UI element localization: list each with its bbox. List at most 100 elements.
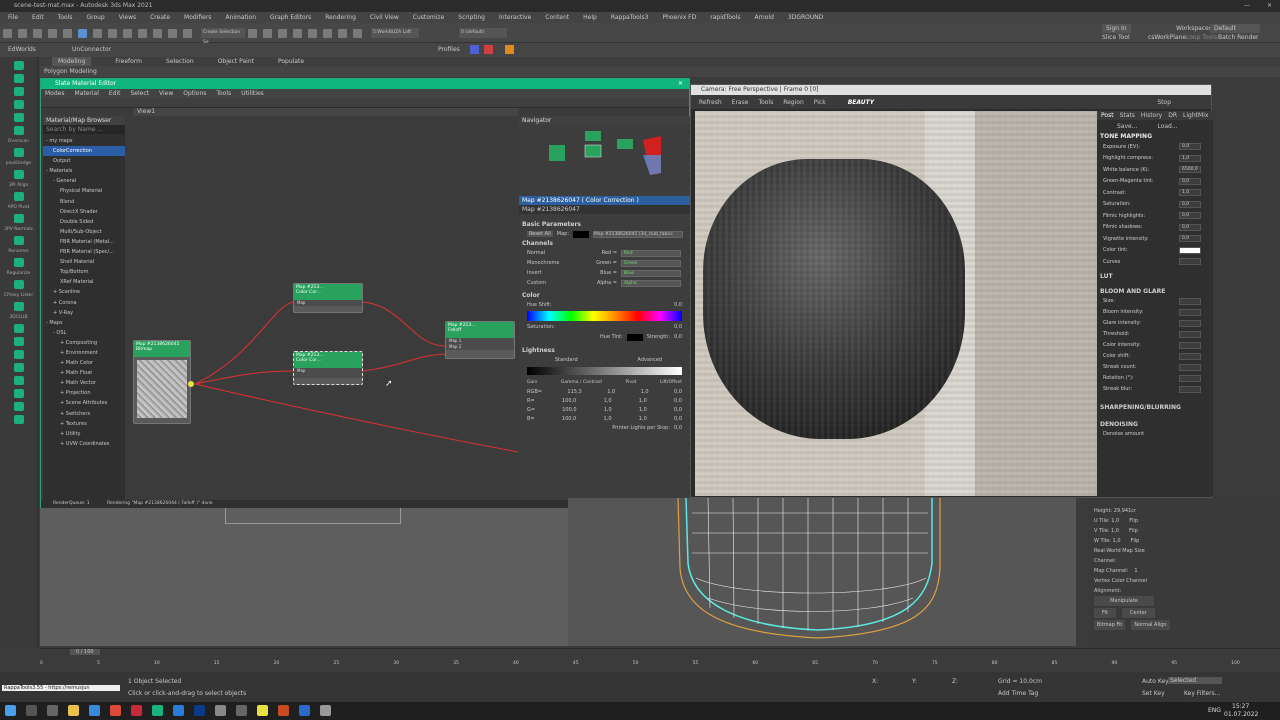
tool-icon[interactable] <box>13 148 24 157</box>
lut-head[interactable]: LUT <box>1097 272 1213 281</box>
vfb-tab-stats[interactable]: Stats <box>1120 112 1135 119</box>
browser-tree-item[interactable]: Multi/Sub-Object <box>43 227 125 237</box>
lightness-g-field[interactable]: 100,0 <box>562 398 576 404</box>
printer-value[interactable]: 0,0 <box>674 425 682 431</box>
vertex-color-radio[interactable]: Vertex Color Channel <box>1094 576 1274 586</box>
selection-set-dropdown[interactable]: Create Selection Se <box>201 28 245 45</box>
vfb-tab-history[interactable]: History <box>1141 112 1162 119</box>
tool-icon[interactable] <box>13 113 24 122</box>
basic-params-head[interactable]: Basic Parameters <box>519 220 690 229</box>
flip-u[interactable]: Flip <box>1129 516 1138 526</box>
color-head[interactable]: Color <box>519 291 690 300</box>
menu-item-edit[interactable]: Edit <box>32 12 44 23</box>
vfb-tab-lightmix[interactable]: LightMix <box>1183 112 1208 119</box>
menu-item-interactive[interactable]: Interactive <box>499 12 531 23</box>
browser-tree-item[interactable]: Shell Material <box>43 257 125 267</box>
tool-icon[interactable] <box>13 324 24 333</box>
profile-icon-2[interactable] <box>484 45 493 54</box>
tool-icon[interactable] <box>13 389 24 398</box>
close-icon[interactable]: ✕ <box>1267 0 1272 12</box>
channel-dropdown[interactable]: Alpha <box>621 279 681 287</box>
channel-option-radio[interactable]: Monochrome <box>519 258 579 268</box>
lightness-l-field[interactable]: 0,0 <box>674 407 682 413</box>
browser-tree-item[interactable]: - Maps <box>43 318 125 328</box>
left-tool-label[interactable]: APO Pivot <box>0 205 37 210</box>
flip-v[interactable]: Flip <box>1129 526 1138 536</box>
browser-tree-item[interactable]: + Projection <box>43 388 125 398</box>
browser-tree-item[interactable]: ColorCorrection <box>43 146 125 157</box>
navigator-preview[interactable] <box>519 125 690 195</box>
browser-tree-item[interactable]: DirectX Shader <box>43 207 125 217</box>
left-tool-label[interactable]: 3DCLUB <box>0 315 37 320</box>
percent-snap-icon[interactable] <box>183 28 192 38</box>
opera-icon[interactable] <box>131 705 142 716</box>
menu-item-customize[interactable]: Customize <box>413 12 445 23</box>
v-tile[interactable]: V Tile: 1,0 <box>1094 526 1119 536</box>
select-icon[interactable] <box>78 28 87 38</box>
normal-align-button[interactable]: Normal Align <box>1131 620 1170 630</box>
browser-tree-item[interactable]: - Materials <box>43 166 125 176</box>
rotate-icon[interactable] <box>123 28 132 38</box>
layer-icon[interactable] <box>278 28 287 38</box>
render-setup-icon[interactable] <box>338 28 347 38</box>
vfb-save-button[interactable]: Save... <box>1117 123 1137 130</box>
browser-tree-item[interactable]: + Scene Attributes <box>43 398 125 408</box>
lightness-p-field[interactable]: 1,0 <box>641 389 649 395</box>
tool-icon[interactable] <box>13 258 24 267</box>
menu-item-tools[interactable]: Tools <box>58 12 73 23</box>
hue-shift-value[interactable]: 0,0 <box>674 302 682 308</box>
tone-value[interactable]: 0,0 <box>1179 235 1201 243</box>
lightness-c-field[interactable]: 1,0 <box>607 389 615 395</box>
select-by-name-icon[interactable] <box>93 28 102 38</box>
left-tool-label[interactable]: 3PV Normals <box>0 227 37 232</box>
unconnector-label[interactable]: UnConnector <box>72 46 111 53</box>
sme-menu-select[interactable]: Select <box>130 89 149 98</box>
ribbon-tab-freeform[interactable]: Freeform <box>115 57 142 66</box>
map-button[interactable]: Map #2138626045 (3d_club_fabric <box>593 230 684 238</box>
sme-menu-edit[interactable]: Edit <box>109 89 121 98</box>
fit-button[interactable]: Fit <box>1094 608 1116 618</box>
vfb-tools-button[interactable]: Tools <box>758 99 773 106</box>
app-icon-4[interactable] <box>236 705 247 716</box>
tone-value[interactable]: 0,0 <box>1179 143 1201 151</box>
material-editor-icon[interactable] <box>323 28 332 38</box>
windows-start-icon[interactable] <box>5 705 16 716</box>
tone-value[interactable] <box>1179 258 1201 266</box>
3dsmax-icon[interactable] <box>152 705 163 716</box>
tool-icon[interactable] <box>13 302 24 311</box>
map-channel-radio[interactable]: Map Channel: <box>1094 566 1128 576</box>
lightness-c-field[interactable]: 1,0 <box>604 398 612 404</box>
sign-in-button[interactable]: Sign In <box>1102 24 1131 33</box>
browser-tree-item[interactable]: + Textures <box>43 419 125 429</box>
bloom-value[interactable] <box>1179 319 1201 327</box>
vfb-region-button[interactable]: Region <box>783 99 804 106</box>
auto-key-button[interactable]: Auto Key <box>1142 678 1169 685</box>
menu-item-content[interactable]: Content <box>545 12 569 23</box>
undo-icon[interactable] <box>3 28 12 38</box>
vfb-pick-button[interactable]: Pick <box>814 99 826 106</box>
snap-icon[interactable] <box>153 28 162 38</box>
cs-workplane-button[interactable]: csWorkPlane <box>1148 34 1186 41</box>
viewport-top-left[interactable] <box>40 508 568 646</box>
tone-mapping-head[interactable]: TONE MAPPING <box>1097 132 1213 141</box>
app-icon-5[interactable] <box>257 705 268 716</box>
ribbon-tab-object-paint[interactable]: Object Paint <box>218 57 254 66</box>
tool-icon[interactable] <box>13 126 24 135</box>
bloom-value[interactable] <box>1179 308 1201 316</box>
layer-dropdown[interactable]: 0 (default) <box>459 28 507 38</box>
vfb-tab-post[interactable]: Post <box>1101 112 1114 119</box>
menu-item-scripting[interactable]: Scripting <box>458 12 485 23</box>
tool-icon[interactable] <box>13 350 24 359</box>
clock-time[interactable]: 15:27 <box>1232 703 1249 710</box>
menu-item-phoenix-fd[interactable]: Phoenix FD <box>662 12 696 23</box>
browser-tree-item[interactable]: + Utility <box>43 429 125 439</box>
saturation-value[interactable]: 0,0 <box>674 324 682 330</box>
center-button[interactable]: Center <box>1121 608 1155 618</box>
bloom-value[interactable] <box>1179 363 1201 371</box>
profiles-label[interactable]: Profiles <box>438 46 460 53</box>
tool-icon[interactable] <box>13 74 24 83</box>
tool-icon[interactable] <box>13 415 24 424</box>
output-port-icon[interactable] <box>188 381 194 387</box>
bloom-value[interactable] <box>1179 385 1201 393</box>
app-icon-2[interactable] <box>173 705 184 716</box>
